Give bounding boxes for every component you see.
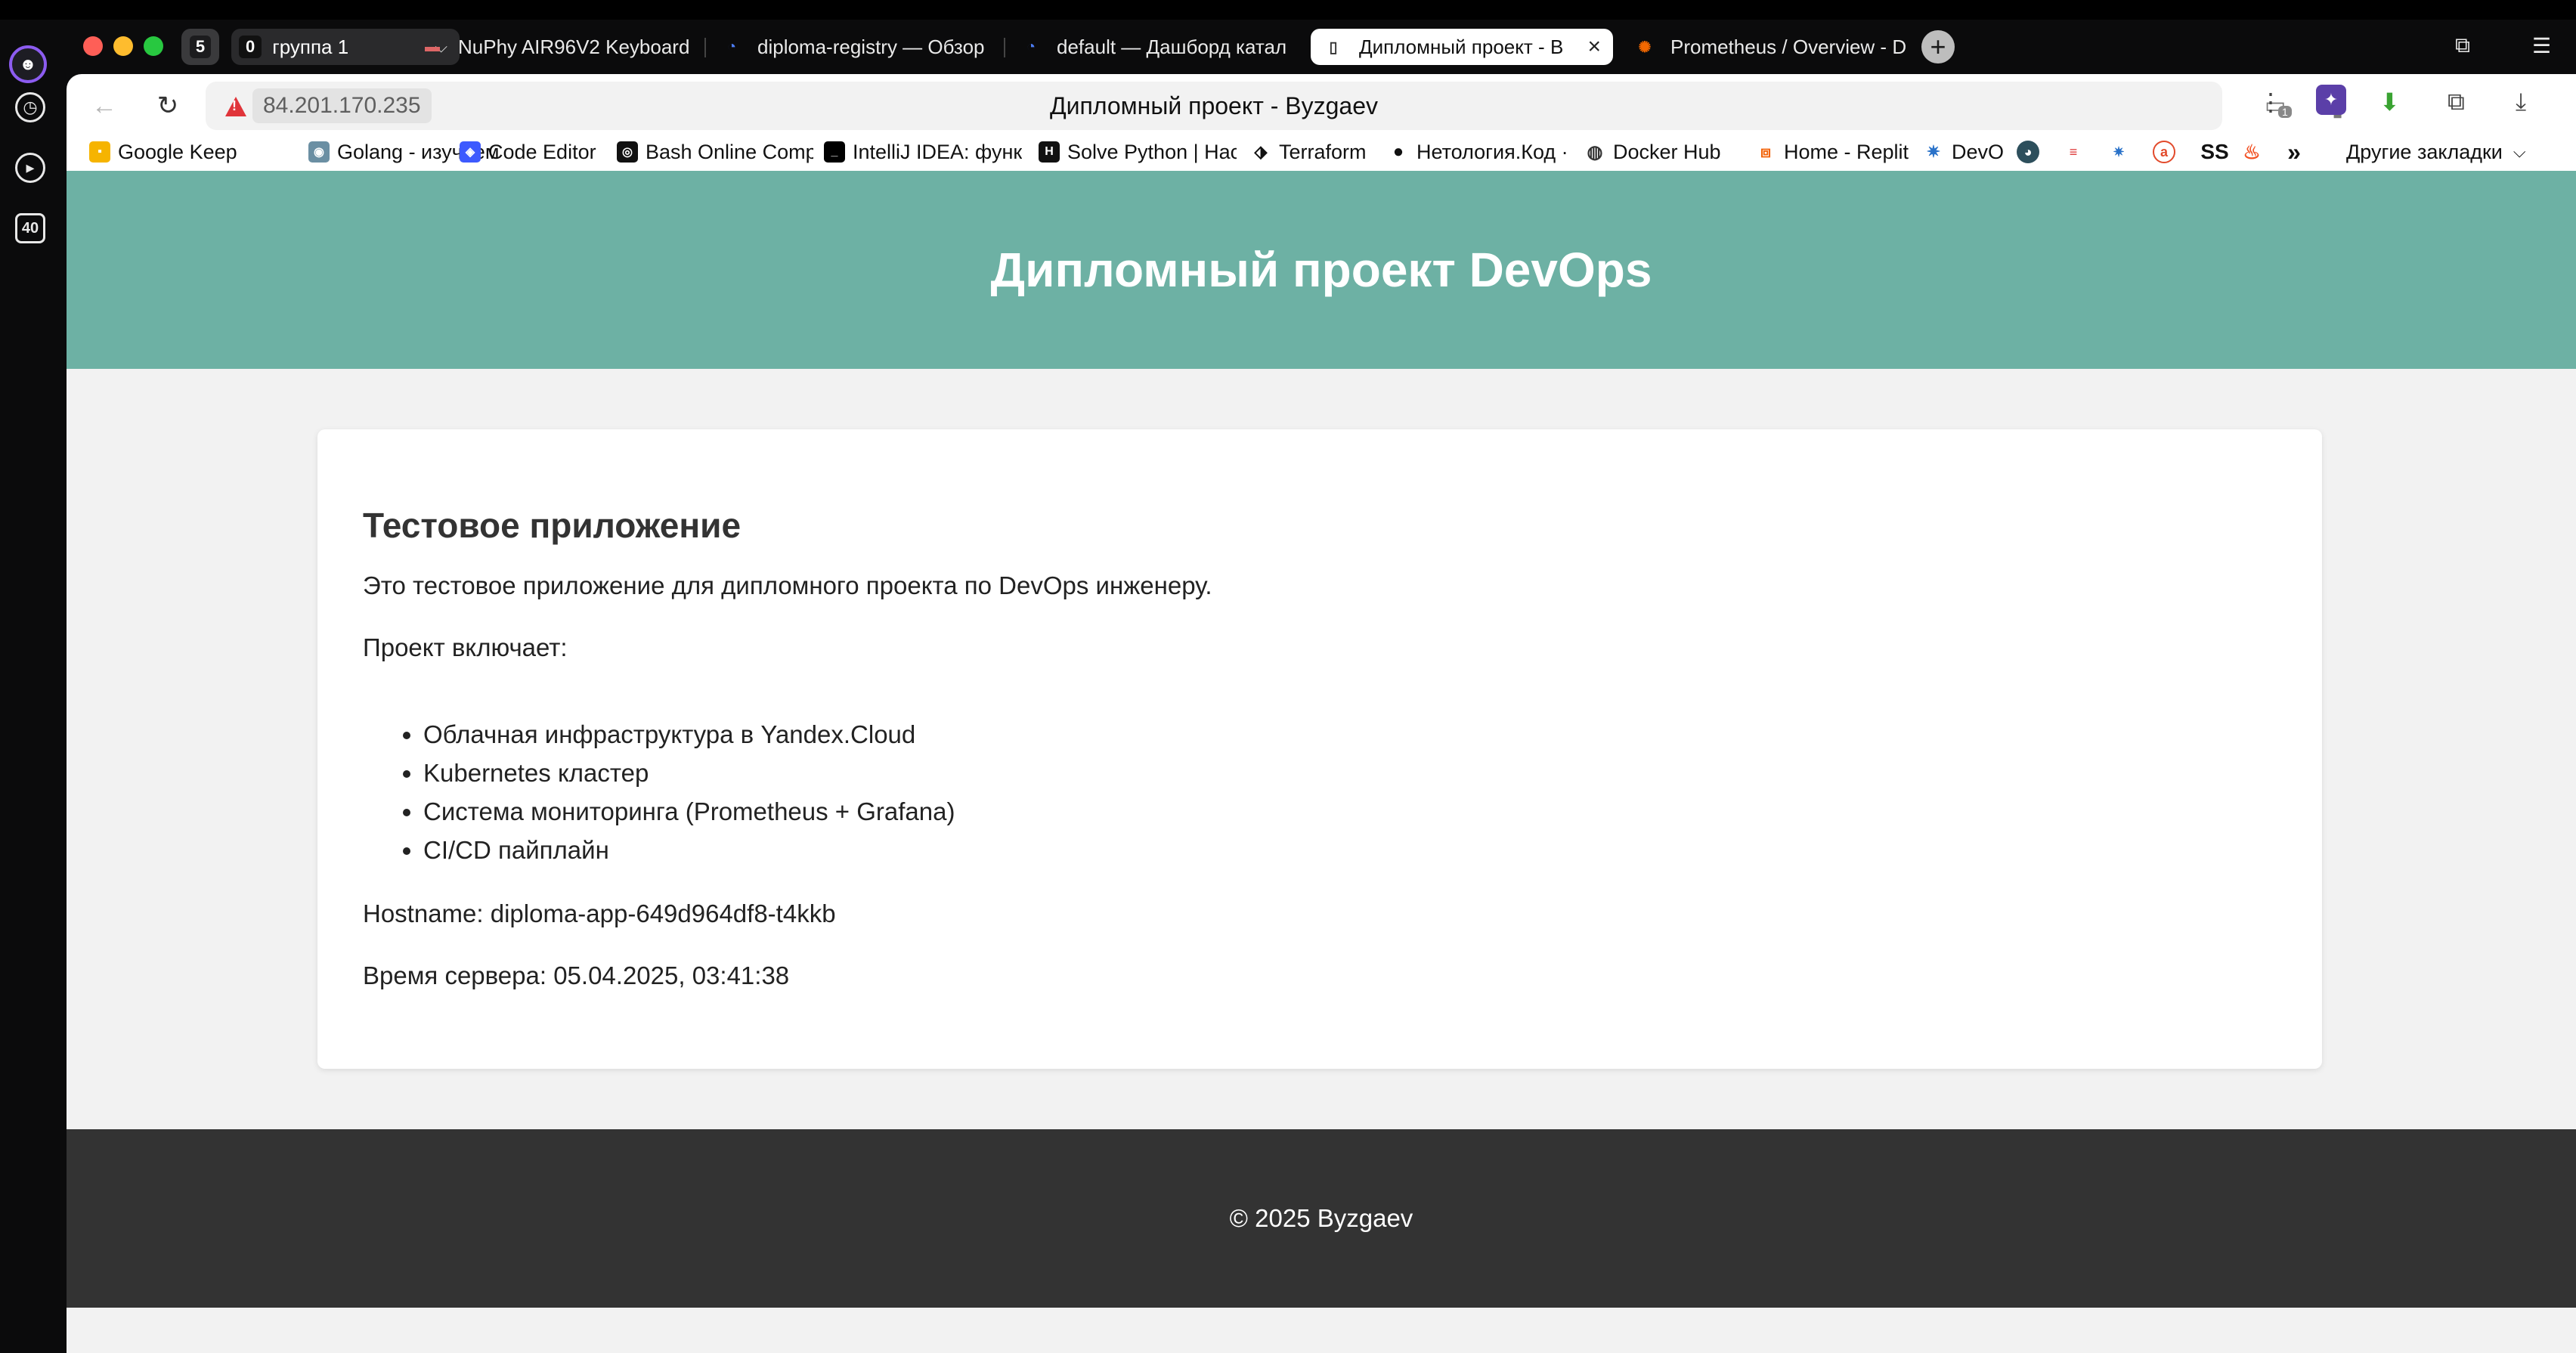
replit-icon: ⧈ [1755,141,1776,163]
tab-nuphy[interactable]: ▬ NuPhy AIR96V2 Keyboard [410,29,701,65]
content-card: Тестовое приложение Это тестовое приложе… [317,429,2322,1069]
list-item: CI/CD пайплайн [423,831,955,869]
other-bookmarks-folder[interactable]: Другие закладки ⌵ [2346,138,2565,166]
collections-icon[interactable]: ⧉ [2455,33,2470,58]
downloads-icon[interactable]: ⤓ [2516,88,2526,116]
keyboard-favicon-icon: ▬ [425,38,440,55]
tab-title: NuPhy AIR96V2 Keyboard [458,35,690,58]
address-bar[interactable]: ! Дипломный проект - Byzgaev 84.201.170.… [206,82,2347,130]
page-header-title: Дипломный проект DevOps [990,243,1652,297]
tab-count-label: 5 [189,36,212,58]
code-editor-icon: ◈ [460,141,481,163]
window-top-strip [0,0,2576,20]
includes-label: Проект включает: [363,633,568,661]
more-vertical-icon[interactable]: ⋮ [2259,88,2283,116]
terraform-icon: ⬗ [1250,141,1271,163]
tab-separator [704,38,706,57]
bookmarks-more-button[interactable]: » [2283,138,2305,166]
tab-title: Дипломный проект - B [1359,35,1564,58]
back-arrow-icon[interactable]: ← [86,88,122,124]
bookmarks-bar: ▪ Google Keep ◉ Golang - изучаем ◈ Code … [67,133,2576,171]
features-list: Облачная инфраструктура в Yandex.Cloud K… [363,715,955,869]
tab-default-dashboard[interactable]: ◔ default — Дашборд катал [1008,29,1300,65]
devops-icon: ✷ [1923,141,1944,163]
yandex-cloud-favicon-icon: ◔ [1026,38,1036,55]
url-text[interactable]: 84.201.170.235 [252,88,432,123]
bookmark-star-icon[interactable]: ✷ [2107,141,2130,163]
list-item: Система мониторинга (Prometheus + Grafan… [423,792,955,831]
history-clock-icon[interactable]: ◷ [15,92,45,122]
page-header: Дипломный проект DevOps [67,171,2576,369]
footer-copyright: © 2025 Byzgaev [1229,1204,1413,1232]
grafana-favicon-icon: ✺ [1638,39,1652,56]
intro-text: Это тестовое приложение для дипломного п… [363,571,1212,599]
bookmark-round-icon[interactable]: ◕ [2017,141,2039,163]
tab-bar: 5 0 группа 1 ⌵ ▬ NuPhy AIR96V2 Keyboard … [67,20,2576,74]
tab-prometheus-overview[interactable]: ✺ Prometheus / Overview - D [1622,29,1914,65]
tab-diploma-project-active[interactable]: ▯ Дипломный проект - B × [1311,29,1613,65]
tab-group-name: группа 1 [272,35,349,58]
chevron-down-icon: ⌵ [2513,142,2526,161]
server-time-text: Время сервера: 05.04.2025, 03:41:38 [363,961,790,989]
bookmark-netology-code[interactable]: ● Нетология.Код · G [1388,138,1574,166]
bookmark-terraform[interactable]: ⬗ Terraform [1250,138,1380,166]
bookmark-replit[interactable]: ⧈ Home - Replit [1755,138,1915,166]
menu-hamburger-icon[interactable]: ☰ [2532,33,2551,58]
window-zoom-button[interactable] [144,36,163,56]
new-tab-button[interactable]: + [1921,30,1955,63]
tab-separator [1004,38,1005,57]
tab-diploma-registry[interactable]: ◔ diploma-registry — Обзор [709,29,1001,65]
tab-group-count: 0 [239,36,262,58]
page-footer: © 2025 Byzgaev [67,1129,2576,1308]
browser-sidebar: ☻ ◷ ▸ 40 [0,20,67,1353]
github-icon: ● [1388,141,1409,163]
google-keep-icon: ▪ [89,141,110,163]
bookmark-flame-icon[interactable]: ♨ [2240,141,2263,163]
bookmark-code-editor[interactable]: ◈ Code Editor [460,138,611,166]
gopher-icon: ◉ [308,141,330,163]
profile-avatar-icon[interactable]: ☻ [9,45,47,83]
docker-icon: ◍ [1584,141,1605,163]
tab-title: diploma-registry — Обзор [757,35,985,58]
window-close-button[interactable] [83,36,103,56]
bookmark-intellij[interactable]: _ IntelliJ IDEA: функ [824,138,1022,166]
hackerrank-icon: H [1039,141,1060,163]
bookmark-red-circle-icon[interactable]: a [2153,141,2175,163]
tab-count-button[interactable]: 5 [181,29,219,65]
extension-colorful-icon[interactable]: ✦ [2316,85,2346,115]
bookmark-solve-python[interactable]: H Solve Python | Hac [1039,138,1237,166]
card-heading: Тестовое приложение [363,506,742,545]
tab-title: Prometheus / Overview - D [1670,35,1907,58]
bookmark-docker-hub[interactable]: ◍ Docker Hub [1584,138,1735,166]
download-green-arrow-icon[interactable]: ⬇ [2379,88,2400,116]
window-minimize-button[interactable] [113,36,133,56]
bookmark-bash-online[interactable]: ◎ Bash Online Comp [617,138,813,166]
close-tab-icon[interactable]: × [1587,34,1601,60]
intellij-icon: _ [824,141,845,163]
bash-icon: ◎ [617,141,638,163]
bookmark-devops[interactable]: ✷ DevO [1923,138,2005,166]
yandex-cloud-favicon-icon: ◔ [726,38,737,55]
tabs-count-badge[interactable]: 40 [15,213,45,243]
document-favicon-icon: ▯ [1329,39,1338,56]
list-item: Kubernetes кластер [423,754,955,792]
hostname-text: Hostname: diploma-app-649d964df8-t4kkb [363,899,836,927]
reload-icon[interactable]: ↻ [150,88,186,124]
tab-title: default — Дашборд катал [1057,35,1287,58]
bookmark-google-keep[interactable]: ▪ Google Keep [89,138,298,166]
web-page: Дипломный проект DevOps Тестовое приложе… [67,171,2576,1353]
bookmark-flag-icon[interactable]: ≡ [2062,141,2085,163]
translate-icon[interactable]: ⧉ [2448,88,2465,116]
list-item: Облачная инфраструктура в Yandex.Cloud [423,715,955,754]
browser-toolbar: ← ↻ ! Дипломный проект - Byzgaev 84.201.… [67,74,2576,171]
video-play-icon[interactable]: ▸ [15,153,45,183]
page-title: Дипломный проект - Byzgaev [1049,92,1379,119]
bookmark-ss-icon[interactable]: SS [2197,140,2233,163]
